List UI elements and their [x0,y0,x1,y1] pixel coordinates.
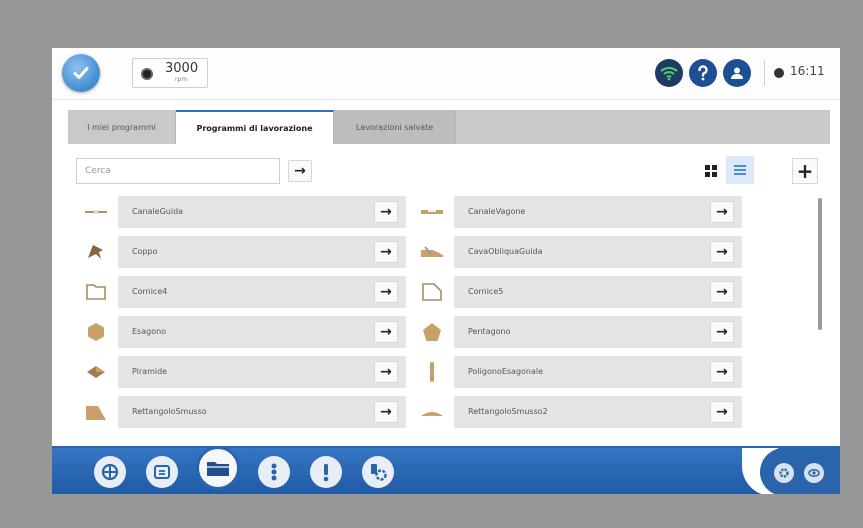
list-item[interactable]: RettangoloSmusso2 → [410,394,742,430]
open-program-button[interactable]: → [710,361,734,383]
open-program-button[interactable]: → [710,281,734,303]
tab-saved-jobs[interactable]: Lavorazioni salvate [334,110,456,144]
program-name: RettangoloSmusso2 [468,407,548,416]
files-button[interactable] [146,456,178,488]
program-name: CanaleGuida [132,207,184,216]
view-button[interactable] [804,463,824,483]
cornice4-icon [74,274,118,310]
program-name: PoligonoEsagonale [468,367,544,376]
help-button[interactable] [689,59,717,87]
rpm-unit: rpm [175,76,188,83]
dock-right-panel [760,448,840,494]
esagono-icon [74,314,118,350]
machine-icon [101,463,119,481]
open-program-button[interactable]: → [374,321,398,343]
machine-button[interactable] [94,456,126,488]
tool-settings-button[interactable] [362,456,394,488]
gear-icon [779,468,789,478]
list-item[interactable]: RettangoloSmusso → [74,394,406,430]
programs-button[interactable] [196,446,240,490]
tool-gear-icon [371,464,387,481]
open-program-button[interactable]: → [710,401,734,423]
search-button[interactable]: → [288,160,312,182]
list-item[interactable]: Piramide → [74,354,406,390]
alarm-button[interactable] [310,456,342,488]
program-name: Pentagono [468,327,511,336]
program-name: CavaObliquaGuida [468,247,543,256]
program-name: Cornice5 [468,287,504,296]
user-icon [731,67,743,79]
open-program-button[interactable]: → [710,321,734,343]
spindle-speed-indicator: 3000 rpm [132,58,208,88]
grid-view-button[interactable] [700,160,722,182]
folder-icon [207,462,229,476]
user-button[interactable] [723,59,751,87]
program-name: CanaleVagone [468,207,526,216]
pentagono-icon [410,314,454,350]
list-item[interactable]: CavaObliquaGuida → [410,234,742,270]
grid-icon [705,165,717,177]
list-item[interactable]: Cornice5 → [410,274,742,310]
open-program-button[interactable]: → [374,401,398,423]
list-item[interactable]: CanaleVagone → [410,194,742,230]
open-program-button[interactable]: → [374,201,398,223]
coppo-icon [74,234,118,270]
spindle-icon [141,68,153,80]
top-bar: 3000 rpm 16:11 [52,48,840,100]
confirm-button[interactable] [62,54,100,92]
list-item[interactable]: Coppo → [74,234,406,270]
open-program-button[interactable]: → [374,241,398,263]
list-item[interactable]: Cornice4 → [74,274,406,310]
clock-time: 16:11 [790,64,825,78]
files-icon [154,465,170,479]
info-button[interactable] [258,456,290,488]
list-item[interactable]: CanaleGuida → [74,194,406,230]
open-program-button[interactable]: → [374,281,398,303]
help-icon [698,65,708,81]
settings-button[interactable] [774,463,794,483]
program-name: Coppo [132,247,158,256]
list-item[interactable]: PoligonoEsagonale → [410,354,742,390]
poligono-esagonale-icon [410,354,454,390]
machine-screen: 3000 rpm 16:11 I miei programmi Programm… [52,48,840,494]
list-scrollbar[interactable] [818,198,822,330]
program-name: RettangoloSmusso [132,407,207,416]
check-icon [73,67,89,79]
canale-vagone-icon [410,194,454,230]
list-item[interactable]: Pentagono → [410,314,742,350]
tab-processing-programs[interactable]: Programmi di lavorazione [176,110,334,144]
program-name: Cornice4 [132,287,168,296]
header-divider [764,60,765,86]
tab-bar: I miei programmi Programmi di lavorazion… [68,110,830,144]
bottom-dock [52,446,840,494]
list-item[interactable]: Esagono → [74,314,406,350]
program-name: Esagono [132,327,167,336]
rpm-value: 3000 [165,61,199,76]
wifi-button[interactable] [655,59,683,87]
list-icon [734,165,746,175]
rettangolo-smusso2-icon [410,394,454,430]
alert-icon [323,464,329,482]
search-input[interactable] [76,158,280,184]
open-program-button[interactable]: → [710,201,734,223]
open-program-button[interactable]: → [374,361,398,383]
program-list: CanaleGuida → CanaleVagone → Coppo → Cav… [74,194,742,434]
piramide-icon [74,354,118,390]
add-program-button[interactable]: + [792,158,818,184]
cornice5-icon [410,274,454,310]
cava-obliqua-guida-icon [410,234,454,270]
clock-icon [774,68,784,78]
tab-my-programs[interactable]: I miei programmi [68,110,176,144]
rettangolo-smusso-icon [74,394,118,430]
dots-icon [271,463,277,481]
canale-guida-icon [74,194,118,230]
open-program-button[interactable]: → [710,241,734,263]
eye-icon [808,469,820,477]
wifi-icon [660,67,678,81]
list-view-button[interactable] [726,156,754,184]
program-name: Piramide [132,367,168,376]
